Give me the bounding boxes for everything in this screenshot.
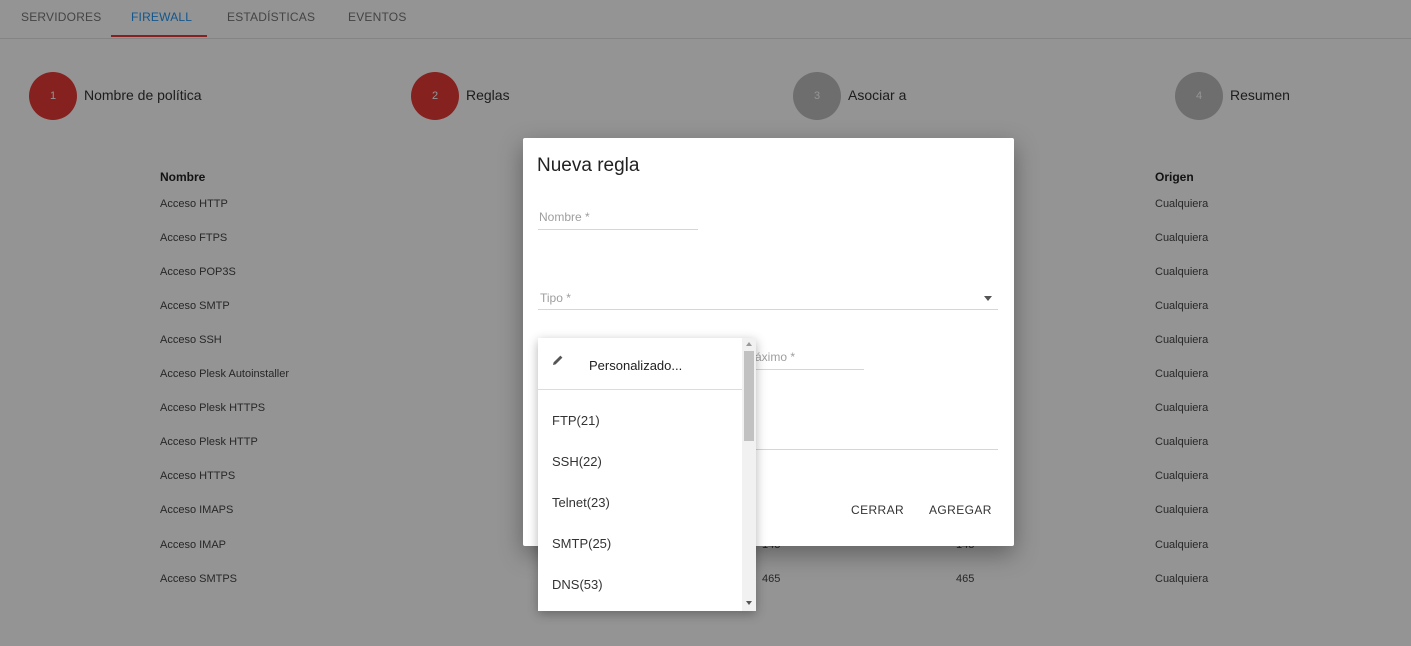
- add-button[interactable]: AGREGAR: [929, 503, 992, 517]
- origin-field-underline[interactable]: [738, 449, 998, 450]
- dropdown-option-label: SMTP(25): [552, 536, 612, 551]
- dropdown-option-label: Personalizado...: [589, 358, 683, 373]
- close-button[interactable]: CERRAR: [851, 503, 904, 517]
- dropdown-option[interactable]: Telnet(23): [538, 481, 742, 522]
- scrollbar-thumb[interactable]: [744, 351, 754, 441]
- max-port-field-underline: [738, 369, 864, 370]
- dropdown-scrollbar[interactable]: [742, 338, 756, 611]
- type-dropdown-menu: Personalizado... FTP(21) SSH(22) Telnet(…: [538, 338, 756, 611]
- dropdown-option[interactable]: FTP(21): [538, 399, 742, 440]
- dropdown-option[interactable]: SMTP(25): [538, 522, 742, 563]
- scroll-down-arrow-icon[interactable]: [746, 601, 752, 605]
- name-field-label: Nombre *: [539, 210, 590, 224]
- scroll-up-arrow-icon[interactable]: [746, 342, 752, 346]
- dropdown-option-label: Telnet(23): [552, 495, 610, 510]
- dropdown-option-custom[interactable]: Personalizado...: [538, 338, 742, 390]
- dropdown-option-label: DNS(53): [552, 577, 603, 592]
- type-select-underline: [538, 309, 998, 310]
- caret-down-icon: [984, 296, 992, 301]
- dropdown-option[interactable]: SSH(22): [538, 440, 742, 481]
- dropdown-option[interactable]: DNS(53): [538, 563, 742, 604]
- dropdown-option-label: SSH(22): [552, 454, 602, 469]
- type-select-label: Tipo *: [540, 291, 571, 305]
- max-port-field-label: áximo *: [755, 350, 796, 364]
- dropdown-option-label: FTP(21): [552, 413, 600, 428]
- dialog-title: Nueva regla: [537, 155, 640, 176]
- name-field-underline: [538, 229, 698, 230]
- pencil-icon: [553, 355, 563, 365]
